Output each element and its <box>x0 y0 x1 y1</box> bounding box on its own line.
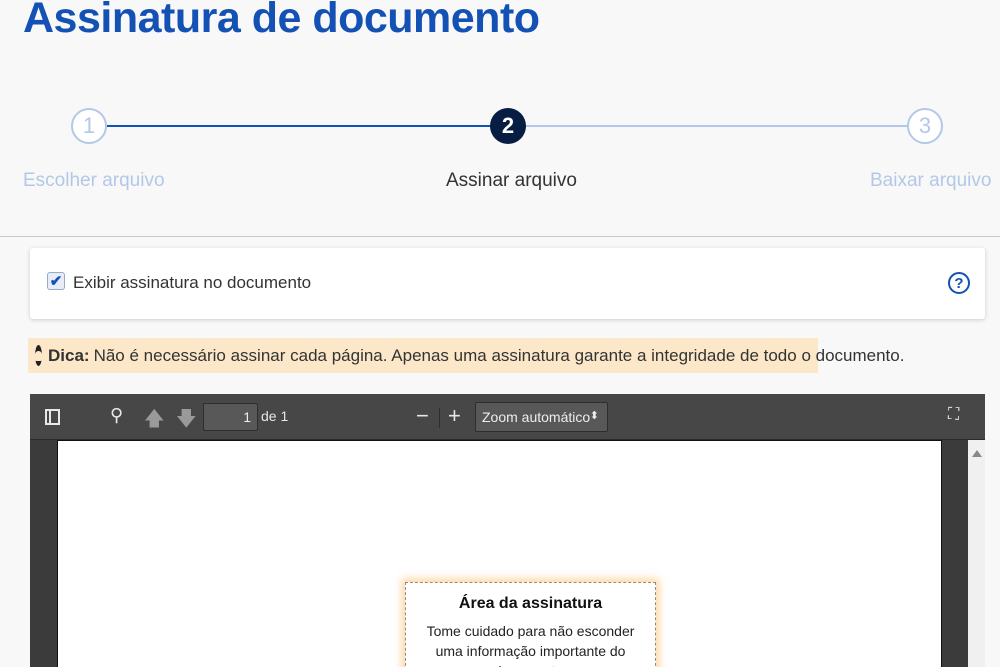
step-1-label: Escolher arquivo <box>23 170 165 191</box>
page-number-input[interactable] <box>203 403 258 431</box>
page-title: Assinatura de documento <box>23 0 540 42</box>
step-2-circle: 2 <box>490 108 526 144</box>
toolbar-separator <box>439 408 440 428</box>
question-circle-icon[interactable]: ? <box>948 272 970 294</box>
header: Assinatura de documento 1 2 3 Escolher a… <box>0 0 1000 237</box>
document-page[interactable]: Área da assinatura Tome cuidado para não… <box>57 440 942 667</box>
signature-area[interactable]: Área da assinatura Tome cuidado para não… <box>405 582 656 667</box>
next-page-icon[interactable]: 🡇 <box>176 404 197 438</box>
signature-area-title: Área da assinatura <box>458 595 603 612</box>
tip-text: Não é necessário assinar cada página. Ap… <box>93 345 905 365</box>
step-connector-done <box>107 125 492 127</box>
updown-chevron-icon: ⬍ <box>589 410 599 422</box>
vertical-scrollbar[interactable] <box>968 440 985 667</box>
sidebar-toggle-icon[interactable] <box>45 409 60 425</box>
step-connector-pending <box>524 125 908 127</box>
signature-options-card: ✔ Exibir assinatura no documento ? <box>30 248 985 319</box>
zoom-select[interactable]: Zoom automático ⬍ <box>475 402 608 432</box>
pdf-viewer: ⚲ 🡅 🡇 de 1 − + Zoom automático ⬍ ⛶ Área … <box>30 394 985 667</box>
step-2-label: Assinar arquivo <box>446 170 577 191</box>
scroll-up-arrow-icon[interactable] <box>972 450 982 457</box>
check-icon: ✔ <box>49 273 63 290</box>
tip-banner: Dica: Não é necessário assinar cada pági… <box>28 338 904 373</box>
zoom-out-button[interactable]: − <box>416 403 429 429</box>
fullscreen-icon[interactable]: ⛶ <box>948 406 959 424</box>
signature-area-text: Tome cuidado para não esconder uma infor… <box>426 623 635 667</box>
lightbulb-icon <box>35 345 42 366</box>
show-signature-checkbox[interactable]: ✔ <box>47 272 65 290</box>
help-glyph: ? <box>954 274 964 292</box>
zoom-in-button[interactable]: + <box>448 403 461 429</box>
step-3-label: Baixar arquivo <box>870 170 992 191</box>
previous-page-icon[interactable]: 🡅 <box>144 404 165 438</box>
page-total-label: de 1 <box>261 408 289 424</box>
tip-label: Dica: <box>48 345 90 365</box>
step-3-circle: 3 <box>907 108 943 144</box>
search-icon[interactable]: ⚲ <box>110 405 123 426</box>
show-signature-label[interactable]: Exibir assinatura no documento <box>73 273 311 293</box>
zoom-select-value: Zoom automático <box>482 409 591 425</box>
step-1-circle: 1 <box>71 108 107 144</box>
pdf-toolbar: ⚲ 🡅 🡇 de 1 − + Zoom automático ⬍ ⛶ <box>30 394 985 440</box>
